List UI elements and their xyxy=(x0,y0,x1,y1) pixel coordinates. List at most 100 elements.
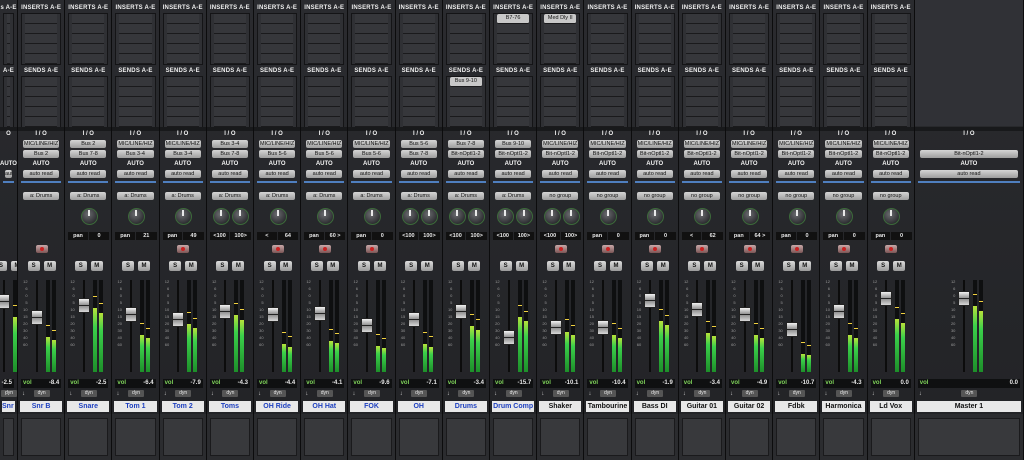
input-selector[interactable]: MIC/LINE/HIZ xyxy=(164,140,201,148)
send-slot[interactable] xyxy=(449,97,482,107)
output-selector[interactable]: Bit-nOptl1-2 xyxy=(636,150,673,158)
mute-button[interactable]: M xyxy=(43,261,56,271)
insert-slot[interactable] xyxy=(119,24,152,34)
automation-mode[interactable]: auto read xyxy=(919,170,1018,178)
solo-button[interactable]: S xyxy=(216,261,229,271)
group-selector[interactable]: no group xyxy=(542,192,579,200)
insert-slot[interactable] xyxy=(591,34,624,44)
solo-button[interactable]: S xyxy=(0,261,7,271)
send-slot[interactable] xyxy=(355,117,388,127)
insert-slot[interactable] xyxy=(402,54,435,64)
insert-slot[interactable] xyxy=(25,34,58,44)
track-name[interactable]: Fdbk xyxy=(775,401,818,412)
send-slot[interactable] xyxy=(261,107,294,117)
vol-value[interactable]: -3.4 xyxy=(710,379,720,388)
insert-slot[interactable] xyxy=(166,44,199,54)
record-enable-button[interactable] xyxy=(885,245,898,253)
send-slot[interactable] xyxy=(638,77,671,87)
output-selector[interactable]: Bit-nOptl1-2 xyxy=(778,150,815,158)
insert-slot[interactable] xyxy=(213,54,246,64)
send-slot[interactable] xyxy=(449,107,482,117)
insert-slot[interactable] xyxy=(355,54,388,64)
volume-fader[interactable] xyxy=(172,312,185,327)
insert-slot[interactable] xyxy=(308,14,341,24)
input-selector[interactable]: Bus 2 xyxy=(70,140,107,148)
dyn-button[interactable]: dyn xyxy=(741,390,758,397)
pan-knob[interactable] xyxy=(741,208,759,225)
track-name[interactable]: Ld Vox xyxy=(869,401,912,412)
send-slot[interactable] xyxy=(166,97,199,107)
send-slot[interactable] xyxy=(355,77,388,87)
send-slot[interactable] xyxy=(7,117,10,127)
insert-slot[interactable] xyxy=(874,54,907,64)
comments-box[interactable] xyxy=(257,418,298,456)
output-selector[interactable]: Bit-nOptl1-2 xyxy=(495,150,532,158)
insert-slot[interactable] xyxy=(355,24,388,34)
send-slot[interactable] xyxy=(827,87,860,97)
insert-slot[interactable] xyxy=(261,54,294,64)
record-enable-button[interactable] xyxy=(743,245,756,253)
send-slot[interactable] xyxy=(402,87,435,97)
vol-value[interactable]: -2.5 xyxy=(2,379,12,388)
input-selector[interactable]: MIC/LINE/HIZ xyxy=(872,140,909,148)
send-slot[interactable] xyxy=(308,107,341,117)
record-enable-button[interactable] xyxy=(554,245,567,253)
send-slot[interactable] xyxy=(591,107,624,117)
solo-button[interactable]: S xyxy=(546,261,559,271)
vol-value[interactable]: -4.3 xyxy=(851,379,861,388)
comments-box[interactable] xyxy=(115,418,156,456)
volume-fader[interactable] xyxy=(785,321,798,337)
send-slot[interactable] xyxy=(213,87,246,97)
insert-slot[interactable] xyxy=(72,34,105,44)
record-enable-button[interactable] xyxy=(649,245,662,253)
automation-mode[interactable]: auto read xyxy=(636,170,673,178)
group-selector[interactable]: no group xyxy=(731,192,768,200)
vol-value[interactable]: -10.4 xyxy=(612,379,626,388)
insert-slot[interactable] xyxy=(591,54,624,64)
insert-slot[interactable] xyxy=(213,14,246,24)
track-name[interactable]: Snare xyxy=(67,401,110,412)
pan-knob-right[interactable] xyxy=(515,208,533,225)
track-name[interactable]: Snr B xyxy=(20,401,63,412)
send-slot[interactable] xyxy=(261,87,294,97)
output-selector[interactable]: Bus 3-4 xyxy=(164,150,201,158)
mute-button[interactable]: M xyxy=(562,261,575,271)
send-slot[interactable] xyxy=(402,77,435,87)
comments-box[interactable] xyxy=(917,418,1020,456)
volume-fader[interactable] xyxy=(738,307,751,323)
solo-button[interactable]: S xyxy=(593,261,606,271)
comments-box[interactable] xyxy=(587,418,628,456)
insert-slot[interactable] xyxy=(402,44,435,54)
solo-button[interactable]: S xyxy=(452,261,465,271)
insert-slot[interactable] xyxy=(308,44,341,54)
track-name[interactable]: Drums xyxy=(444,401,487,412)
record-enable-button[interactable] xyxy=(601,245,614,253)
insert-slot[interactable] xyxy=(544,34,577,44)
output-selector[interactable]: Bit-nOptl1-2 xyxy=(589,150,626,158)
dyn-button[interactable]: dyn xyxy=(411,390,428,397)
send-slot[interactable] xyxy=(261,117,294,127)
send-slot[interactable] xyxy=(544,107,577,117)
send-slot[interactable] xyxy=(119,87,152,97)
input-selector[interactable]: MIC/LINE/HIZ xyxy=(636,140,673,148)
insert-slot[interactable] xyxy=(7,34,10,44)
send-slot[interactable] xyxy=(874,107,907,117)
vol-value[interactable]: -1.9 xyxy=(662,379,672,388)
comments-box[interactable] xyxy=(3,418,14,456)
insert-slot[interactable] xyxy=(685,24,718,34)
insert-slot[interactable] xyxy=(497,44,530,54)
output-selector[interactable]: Bus 5-6 xyxy=(353,150,390,158)
send-slot[interactable] xyxy=(685,117,718,127)
insert-slot[interactable] xyxy=(827,24,860,34)
vol-value[interactable]: -4.9 xyxy=(757,379,767,388)
mute-button[interactable]: M xyxy=(232,261,245,271)
send-slot[interactable] xyxy=(733,97,766,107)
automation-mode[interactable]: auto read xyxy=(447,170,484,178)
vol-value[interactable]: 0.0 xyxy=(1010,379,1018,388)
mute-button[interactable]: M xyxy=(798,261,811,271)
insert-slot[interactable] xyxy=(261,24,294,34)
solo-button[interactable]: S xyxy=(499,261,512,271)
send-slot[interactable] xyxy=(780,107,813,117)
pan-knob[interactable] xyxy=(788,208,806,225)
pan-knob[interactable] xyxy=(175,208,193,225)
